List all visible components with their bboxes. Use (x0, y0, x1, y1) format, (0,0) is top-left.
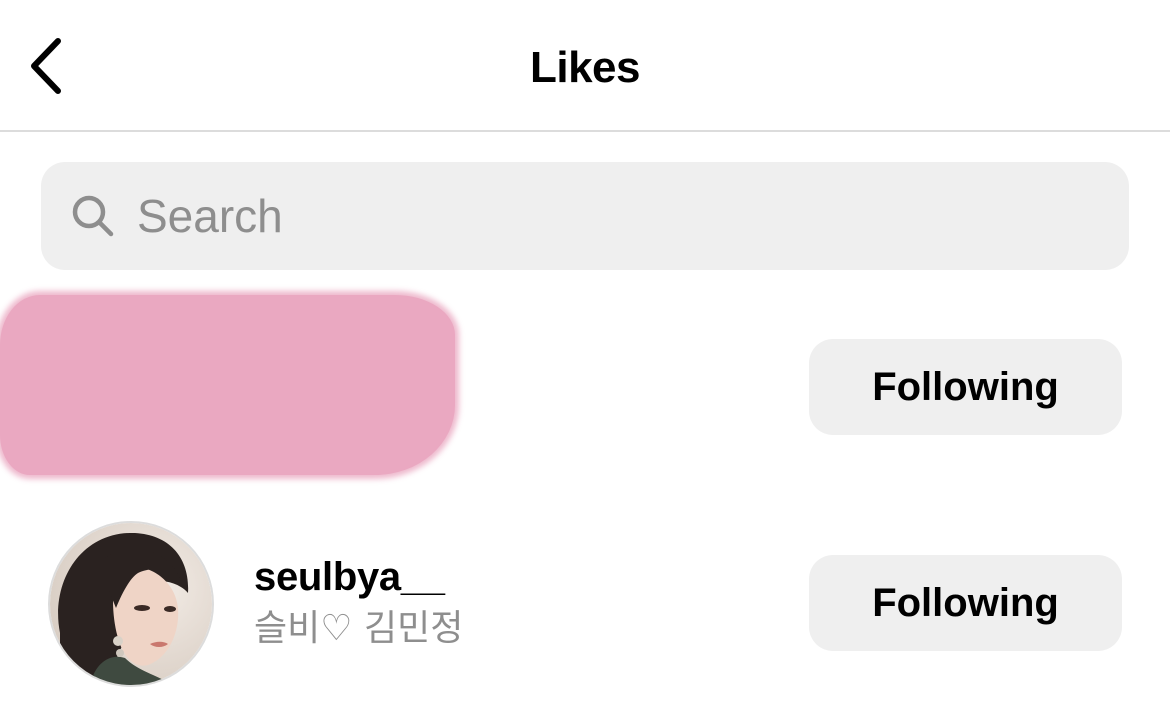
avatar[interactable] (48, 521, 214, 687)
user-text: seulbya__ 슬비♡ 김민정 (254, 551, 463, 655)
username[interactable]: seulbya__ (254, 551, 463, 603)
page-title: Likes (529, 43, 641, 92)
search-input[interactable] (137, 189, 1037, 243)
full-name: 슬비♡ 김민정 (254, 608, 464, 649)
search-bar[interactable] (41, 162, 1129, 270)
redaction-overlay (0, 295, 455, 475)
header-bar: Likes (0, 0, 1170, 132)
list-item[interactable]: Following (0, 287, 1170, 487)
following-button[interactable]: Following (809, 339, 1122, 435)
search-icon (71, 194, 115, 238)
list-item[interactable]: seulbya__ 슬비♡ 김민정 Following (0, 503, 1170, 703)
following-button[interactable]: Following (809, 555, 1122, 651)
